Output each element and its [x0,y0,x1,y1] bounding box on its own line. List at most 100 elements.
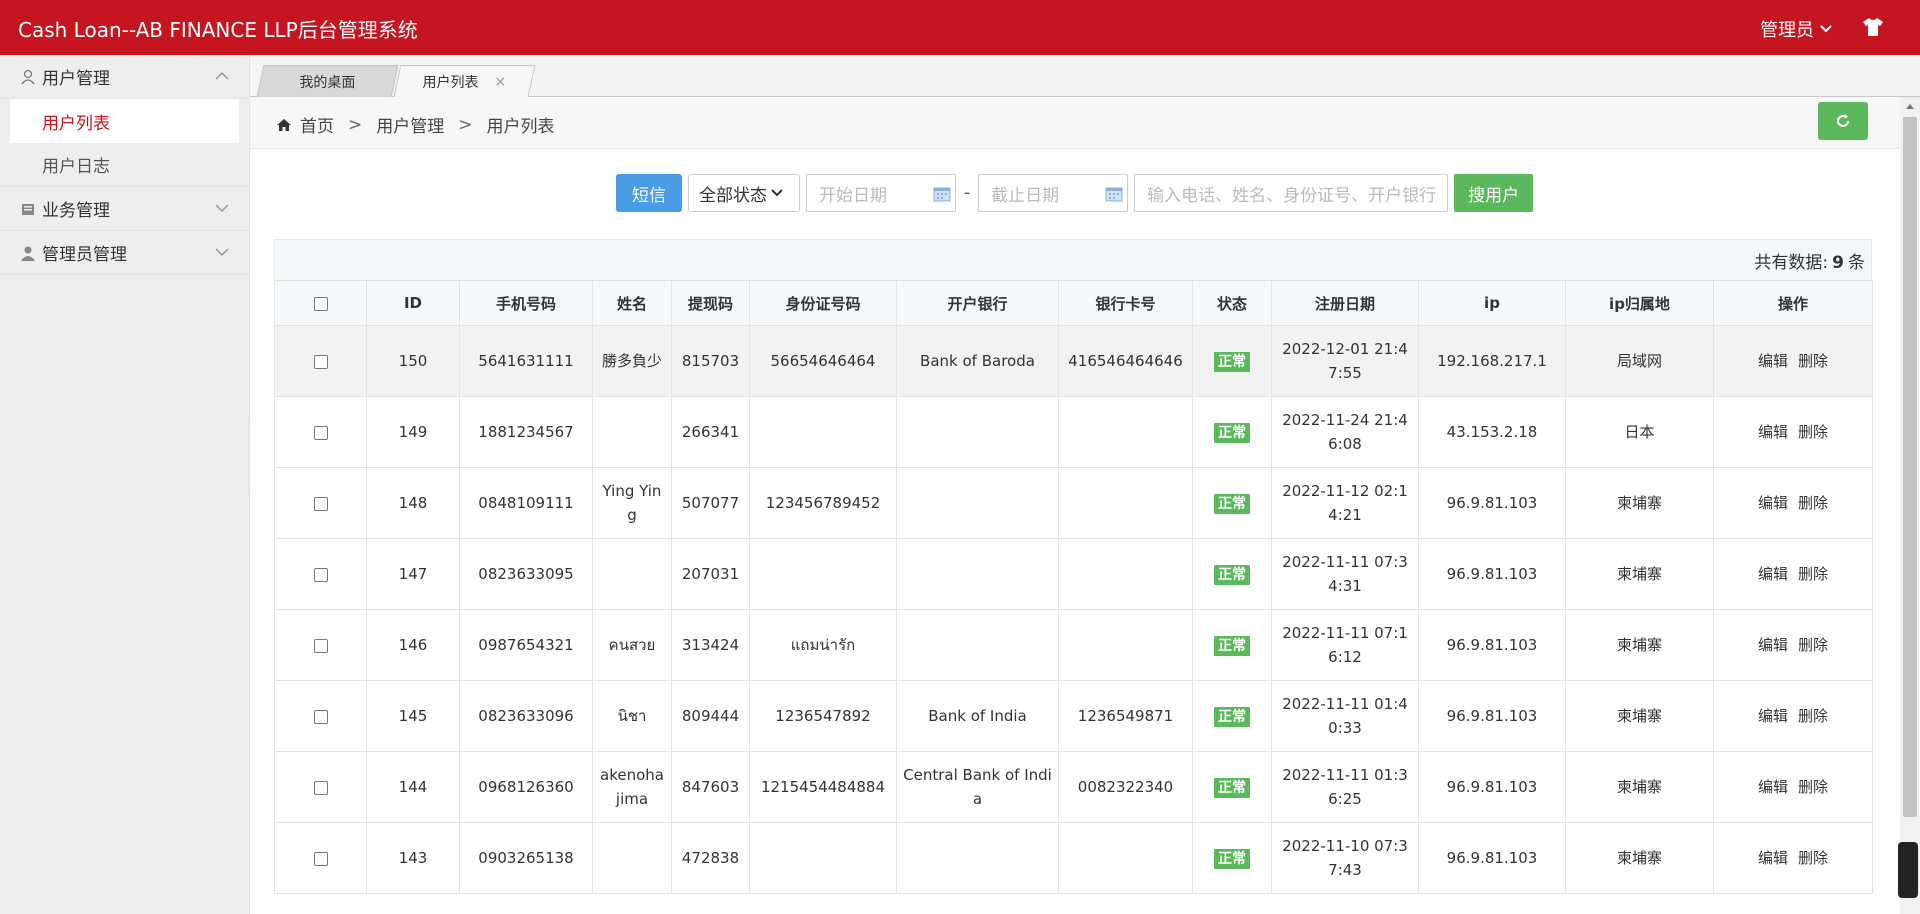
cell-actions: 编辑 删除 [1713,538,1873,610]
table-row[interactable]: 147 0823633095 207031 正常 2022-11-11 07:3… [274,538,1873,610]
column-header: 身份证号码 [749,280,897,326]
close-icon[interactable]: × [495,74,507,90]
user-icon [20,69,38,85]
search-input[interactable]: 输入电话、姓名、身份证号、开户银行 [1134,174,1449,212]
sidebar-group-user-management[interactable]: 用户管理 [0,55,249,99]
cell-id-card [749,538,897,610]
row-checkbox[interactable] [313,496,328,511]
table-row[interactable]: 150 5641631111 勝多負少 815703 56654646464 B… [274,325,1873,397]
table-row[interactable]: 143 0903265138 472838 正常 2022-11-10 07:3… [274,822,1873,894]
table-row[interactable]: 148 0848109111 Ying Ying 507077 12345678… [274,467,1873,539]
cell-ip: 96.9.81.103 [1418,538,1566,610]
breadcrumb-home[interactable]: 首页 [300,112,334,137]
delete-link[interactable]: 删除 [1798,707,1828,725]
cell-ip: 192.168.217.1 [1418,325,1566,397]
scroll-up-icon[interactable] [1905,102,1915,110]
delete-link[interactable]: 删除 [1798,565,1828,583]
delete-link[interactable]: 删除 [1798,423,1828,441]
status-select[interactable]: 全部状态 [688,174,800,212]
table-row[interactable]: 146 0987654321 คนสวย 313424 แถมน่ารัก 正常… [274,609,1873,681]
data-summary: 共有数据: 9 条 [274,239,1872,280]
date-range-dash: - [964,183,971,203]
status-select-value: 全部状态 [699,185,767,206]
cell-actions: 编辑 删除 [1713,680,1873,752]
cell-bank [896,822,1059,894]
cell-status: 正常 [1192,467,1272,539]
cell-phone: 5641631111 [459,325,593,397]
row-checkbox[interactable] [313,780,328,795]
cell-card-number: 1236549871 [1058,680,1193,752]
calendar-icon [933,187,951,202]
app-title: Cash Loan--AB FINANCE LLP后台管理系统 [18,18,418,42]
delete-link[interactable]: 删除 [1798,494,1828,512]
cell-card-number [1058,396,1193,468]
cell-phone: 1881234567 [459,396,593,468]
floating-widget[interactable] [1898,842,1918,898]
cell-id-card: 1236547892 [749,680,897,752]
cell-status: 正常 [1192,680,1272,752]
row-checkbox[interactable] [313,425,328,440]
table-row[interactable]: 144 0968126360 akenohajima 847603 121545… [274,751,1873,823]
cell-register-date: 2022-11-10 07:37:43 [1271,822,1419,894]
sidebar-group-business-management[interactable]: 业务管理 [0,187,249,231]
end-date-input[interactable]: 截止日期 [978,174,1129,212]
cell-ip: 96.9.81.103 [1418,467,1566,539]
cell-ip: 96.9.81.103 [1418,680,1566,752]
sidebar-item-user-list[interactable]: 用户列表 [10,99,239,143]
edit-link[interactable]: 编辑 [1758,494,1788,512]
edit-link[interactable]: 编辑 [1758,636,1788,654]
cell-id-card [749,822,897,894]
row-checkbox[interactable] [313,851,328,866]
search-users-button[interactable]: 搜用户 [1454,174,1534,212]
cell-withdraw-code: 809444 [671,680,750,752]
row-checkbox[interactable] [313,567,328,582]
sidebar-group-label: 用户管理 [42,69,110,89]
tab-my-desktop[interactable]: 我的桌面 [256,65,399,97]
cell-actions: 编辑 删除 [1713,396,1873,468]
scrollbar-thumb[interactable] [1903,117,1917,817]
book-icon [20,201,38,217]
cell-id: 144 [366,751,460,823]
edit-link[interactable]: 编辑 [1758,423,1788,441]
cell-name [592,822,672,894]
cell-phone: 0968126360 [459,751,593,823]
cell-ip-location: 柬埔寨 [1565,609,1714,681]
edit-link[interactable]: 编辑 [1758,849,1788,867]
status-badge: 正常 [1214,849,1250,869]
cell-name [592,538,672,610]
row-checkbox[interactable] [313,354,328,369]
refresh-button[interactable] [1818,102,1868,140]
tab-user-list[interactable]: 用户列表 × [393,65,536,97]
delete-link[interactable]: 删除 [1798,352,1828,370]
breadcrumb-user-management[interactable]: 用户管理 [376,112,444,137]
row-checkbox[interactable] [313,638,328,653]
status-badge: 正常 [1214,565,1250,585]
row-checkbox[interactable] [313,709,328,724]
edit-link[interactable]: 编辑 [1758,707,1788,725]
tshirt-icon[interactable] [1862,17,1884,37]
edit-link[interactable]: 编辑 [1758,352,1788,370]
admin-menu[interactable]: 管理员 [1760,16,1832,42]
select-all-checkbox[interactable] [313,296,328,311]
total-count-suffix: 条 [1848,253,1865,273]
delete-link[interactable]: 删除 [1798,636,1828,654]
table-header-row: ID 手机号码 姓名 提现码 身份证号码 开户银行 银行卡号 状态 注册日期 i… [274,280,1873,326]
start-date-input[interactable]: 开始日期 [806,174,956,212]
cell-ip: 96.9.81.103 [1418,751,1566,823]
column-header: 操作 [1713,280,1873,326]
admin-user-icon [20,245,38,261]
sidebar-group-admin-management[interactable]: 管理员管理 [0,231,249,275]
home-icon [277,118,291,131]
delete-link[interactable]: 删除 [1798,778,1828,796]
table-row[interactable]: 145 0823633096 นิชา 809444 1236547892 Ba… [274,680,1873,752]
top-header: Cash Loan--AB FINANCE LLP后台管理系统 管理员 [0,0,1920,55]
vertical-scrollbar[interactable] [1900,97,1920,914]
edit-link[interactable]: 编辑 [1758,778,1788,796]
total-count-prefix: 共有数据: [1754,253,1829,273]
edit-link[interactable]: 编辑 [1758,565,1788,583]
sms-button[interactable]: 短信 [616,174,682,212]
delete-link[interactable]: 删除 [1798,849,1828,867]
table-row[interactable]: 149 1881234567 266341 正常 2022-11-24 21:4… [274,396,1873,468]
main-content: 首页 > 用户管理 > 用户列表 短信 全部状态 开始日期 - 截止日期 输入电… [250,97,1900,914]
sidebar-item-user-log[interactable]: 用户日志 [0,143,249,187]
